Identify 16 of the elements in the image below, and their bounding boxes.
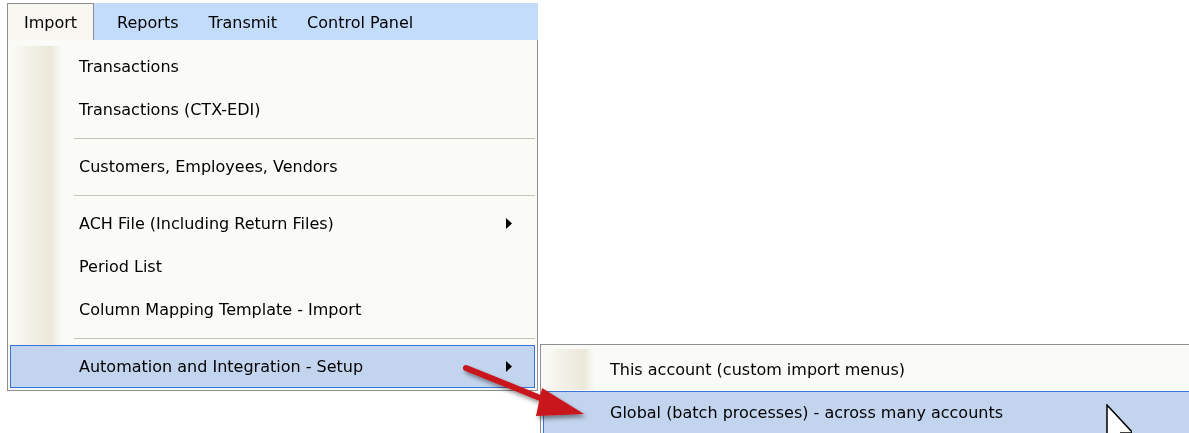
menu-item[interactable]: This account (custom import menus) (543, 348, 1189, 391)
menu-tab[interactable]: Reports (102, 3, 194, 40)
menu-item[interactable]: ACH File (Including Return Files) (10, 202, 535, 245)
menu-item[interactable]: Transactions (CTX-EDI) (10, 88, 535, 131)
mouse-cursor-icon (1106, 404, 1132, 433)
submenu-arrow-icon (506, 218, 512, 229)
menu-tab[interactable]: Transmit (193, 3, 293, 40)
menu-tab[interactable]: Import (7, 3, 95, 40)
menu-item[interactable]: Automation and Integration - Setup (10, 345, 535, 388)
menu-item[interactable]: Customers, Employees, Vendors (10, 145, 535, 188)
menu-item[interactable]: Global (batch processes) - across many accounts (543, 391, 1189, 433)
menu-item[interactable]: Column Mapping Template - Import (10, 288, 535, 331)
menu-item[interactable]: Transactions (10, 45, 535, 88)
submenu-arrow-icon (506, 361, 512, 372)
menu-tab[interactable]: Control Panel (292, 3, 429, 40)
menu-item[interactable]: Period List (10, 245, 535, 288)
